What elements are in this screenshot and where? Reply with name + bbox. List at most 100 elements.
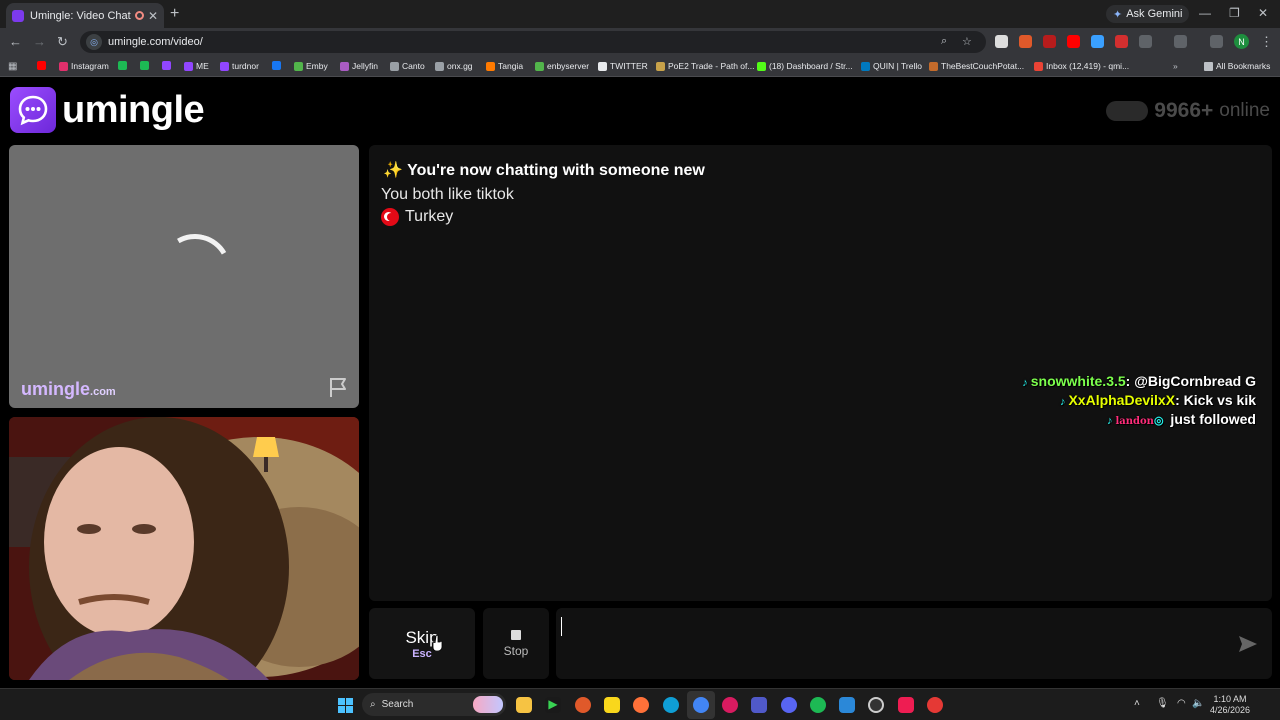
- apps-grid-icon[interactable]: ▦: [8, 61, 17, 72]
- reload-icon[interactable]: ↻: [57, 34, 68, 50]
- windows-start-icon[interactable]: [338, 698, 353, 713]
- bookmark-item[interactable]: turdnor: [220, 61, 259, 71]
- terminal-play-icon[interactable]: ▶: [545, 697, 561, 713]
- close-tab-icon[interactable]: ✕: [148, 9, 158, 23]
- extension-red-icon[interactable]: [1043, 35, 1056, 48]
- spotify-icon[interactable]: [810, 697, 826, 713]
- extension-blue-icon[interactable]: [1091, 35, 1104, 48]
- bookmark-favicon-icon: [220, 61, 229, 71]
- new-tab-button[interactable]: +: [170, 5, 179, 23]
- ask-gemini-button[interactable]: ✦ Ask Gemini: [1106, 5, 1190, 23]
- bookmarks-bar: ▦ Instagram ME turdnor Emby Jellyfin Canto onx…: [0, 56, 1280, 77]
- bookmark-item[interactable]: Emby: [294, 61, 328, 71]
- profile-avatar[interactable]: N: [1234, 34, 1249, 49]
- message-input[interactable]: [556, 608, 1272, 679]
- tiktok-live-icon[interactable]: [898, 697, 914, 713]
- bookmark-item[interactable]: TWITTER: [598, 61, 648, 71]
- all-bookmarks-label: All Bookmarks: [1216, 61, 1271, 71]
- search-icon: ⌕: [370, 699, 376, 710]
- bookmark-item[interactable]: Canto: [390, 61, 425, 71]
- bookmark-favicon-icon: [861, 61, 870, 71]
- bookmark-item[interactable]: Instagram: [59, 61, 109, 71]
- bookmark-item[interactable]: TheBestCouchPotat...: [929, 61, 1024, 71]
- bookmark-item[interactable]: Jellyfin: [340, 61, 378, 71]
- windows-taskbar: ⌕ Search ▶ ˄ 🎙 ◠ 🔈 1:10 AM 4/26/2026: [0, 688, 1280, 720]
- bookmark-label: (18) Dashboard / Str...: [769, 61, 853, 71]
- browser-menu-icon[interactable]: ⋮: [1260, 34, 1273, 50]
- tiktok-icon: ♪: [1106, 415, 1113, 427]
- site-logo[interactable]: umingle: [10, 87, 205, 133]
- minimize-window-icon[interactable]: —: [1199, 6, 1211, 20]
- bookmark-label: Instagram: [71, 61, 109, 71]
- send-icon[interactable]: [1238, 635, 1258, 653]
- bookmark-favicon-icon: [37, 61, 46, 70]
- bookmark-favicon-icon: [294, 61, 303, 71]
- bookmark-item[interactable]: Inbox (12,419) - qmi...: [1034, 61, 1129, 71]
- extension-k-icon[interactable]: [995, 35, 1008, 48]
- restore-window-icon[interactable]: ❐: [1229, 6, 1240, 20]
- extension-pin-icon[interactable]: [1115, 35, 1128, 48]
- bookmark-item[interactable]: [37, 61, 46, 70]
- online-count: 9966+: [1154, 99, 1214, 122]
- volume-icon[interactable]: 🔈: [1192, 698, 1204, 709]
- country-name: Turkey: [405, 208, 454, 225]
- bookmark-favicon-icon: [598, 61, 607, 71]
- edge-icon[interactable]: [663, 697, 679, 713]
- overlay-text: : Kick vs kik: [1175, 392, 1256, 408]
- obs-icon[interactable]: [868, 697, 884, 713]
- theme-toggle[interactable]: [1106, 101, 1149, 121]
- chat-log: ✨ You're now chatting with someone new Y…: [369, 145, 1272, 601]
- file-explorer-icon[interactable]: [516, 697, 532, 713]
- browser-tab-umingle[interactable]: Umingle: Video Chat with S ✕: [6, 3, 164, 28]
- logo-wordmark: umingle: [62, 88, 205, 131]
- bookmark-item[interactable]: onx.gg: [435, 61, 473, 71]
- firefox-icon[interactable]: [633, 697, 649, 713]
- app-orange-icon[interactable]: [575, 697, 591, 713]
- wifi-icon[interactable]: ◠: [1177, 698, 1186, 709]
- bookmark-item[interactable]: ME: [184, 61, 209, 71]
- skip-button[interactable]: Skip Esc: [369, 608, 475, 679]
- zoom-icon[interactable]: ⌕: [941, 35, 947, 48]
- taskbar-search[interactable]: ⌕ Search: [362, 693, 506, 716]
- discord-icon[interactable]: [781, 697, 797, 713]
- forward-arrow-icon[interactable]: →: [33, 34, 46, 49]
- site-info-icon[interactable]: ◎: [86, 34, 102, 50]
- stranger-country: Turkey: [381, 208, 453, 226]
- address-url[interactable]: umingle.com/video/: [108, 36, 203, 48]
- bookmark-item[interactable]: [118, 61, 127, 70]
- sticky-notes-icon[interactable]: [604, 697, 620, 713]
- stop-button[interactable]: Stop: [483, 608, 549, 679]
- opera-icon[interactable]: [722, 697, 738, 713]
- media-controls-icon[interactable]: [1210, 35, 1223, 48]
- extension-fox-icon[interactable]: [1019, 35, 1032, 48]
- bookmark-item[interactable]: [140, 61, 149, 70]
- report-flag-icon[interactable]: [327, 376, 349, 398]
- browser-tab-strip: Umingle: Video Chat with S ✕ + ✦ Ask Gem…: [0, 0, 1280, 28]
- overlay-line: ♪ landon◎ just followed: [1022, 411, 1256, 430]
- cast-icon[interactable]: [1174, 35, 1187, 48]
- bookmarks-overflow-icon[interactable]: »: [1173, 61, 1178, 71]
- all-bookmarks-button[interactable]: All Bookmarks: [1204, 61, 1270, 71]
- close-window-icon[interactable]: ✕: [1258, 6, 1268, 20]
- bookmark-item[interactable]: QUIN | Trello: [861, 61, 922, 71]
- microphone-icon[interactable]: 🎙: [1156, 698, 1169, 709]
- app-red-icon[interactable]: [927, 697, 943, 713]
- bookmark-item[interactable]: [162, 61, 171, 70]
- clock-date: 4/26/2026: [1210, 705, 1251, 715]
- teams-icon[interactable]: [751, 697, 767, 713]
- address-bar[interactable]: ◎ umingle.com/video/: [80, 31, 986, 53]
- bookmark-star-icon[interactable]: ☆: [962, 35, 972, 48]
- extensions-puzzle-icon[interactable]: [1139, 35, 1152, 48]
- bookmark-item[interactable]: (18) Dashboard / Str...: [757, 61, 853, 71]
- back-arrow-icon[interactable]: ←: [9, 34, 22, 49]
- notepad-icon[interactable]: [839, 697, 855, 713]
- bookmark-item[interactable]: Tangia: [486, 61, 523, 71]
- bookmark-item[interactable]: enbyserver: [535, 61, 589, 71]
- system-clock[interactable]: 1:10 AM 4/26/2026: [1210, 694, 1250, 716]
- bookmark-favicon-icon: [59, 61, 68, 71]
- chrome-icon[interactable]: [693, 697, 709, 713]
- tray-overflow-icon[interactable]: ˄: [1134, 698, 1140, 709]
- bookmark-item[interactable]: [272, 61, 281, 70]
- extension-youtube-icon[interactable]: [1067, 35, 1080, 48]
- bookmark-item[interactable]: PoE2 Trade - Path of...: [656, 61, 754, 71]
